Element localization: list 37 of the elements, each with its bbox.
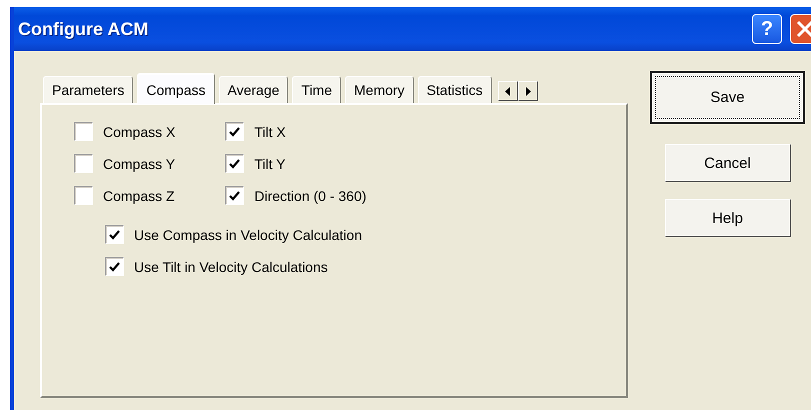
dialog-button[interactable]: Cancel [664, 144, 790, 182]
check-icon [229, 158, 240, 168]
checkbox-label: Compass X [103, 124, 176, 140]
checkbox[interactable] [74, 154, 93, 173]
checkbox[interactable] [105, 257, 124, 276]
check-icon [109, 262, 120, 272]
checkbox[interactable] [105, 225, 124, 244]
close-icon[interactable] [790, 14, 811, 44]
tab[interactable]: Memory [345, 76, 414, 103]
checkbox-label: Tilt X [254, 124, 286, 140]
dialog-button[interactable]: Save [650, 71, 805, 124]
tab[interactable]: Statistics [418, 76, 492, 103]
check-icon [229, 126, 240, 136]
scroll-right-button[interactable] [518, 81, 538, 101]
checkbox[interactable] [74, 186, 93, 205]
tab[interactable]: Parameters [43, 76, 134, 103]
help-button[interactable]: ? [752, 14, 782, 44]
left-triangle-icon [504, 86, 511, 96]
checkbox[interactable] [225, 154, 244, 173]
checkbox-label: Compass Y [103, 156, 176, 172]
checkbox[interactable] [74, 122, 93, 141]
checkbox-label: Tilt Y [254, 156, 286, 172]
checkbox-label: Direction (0 - 360) [254, 188, 366, 204]
checkbox-label: Compass Z [103, 188, 175, 204]
checkbox-label: Use Compass in Velocity Calculation [134, 226, 362, 242]
check-icon [109, 230, 120, 240]
right-triangle-icon [524, 86, 531, 96]
checkbox[interactable] [225, 186, 244, 205]
tab[interactable]: Compass [137, 73, 214, 104]
dialog-button[interactable]: Help [664, 199, 790, 237]
tab[interactable]: Average [218, 76, 288, 103]
checkbox-label: Use Tilt in Velocity Calculations [134, 258, 328, 274]
check-icon [229, 190, 240, 200]
tab[interactable]: Time [292, 76, 341, 103]
window-title: Configure ACM [18, 18, 150, 40]
checkbox[interactable] [225, 122, 244, 141]
scroll-left-button[interactable] [498, 81, 518, 101]
